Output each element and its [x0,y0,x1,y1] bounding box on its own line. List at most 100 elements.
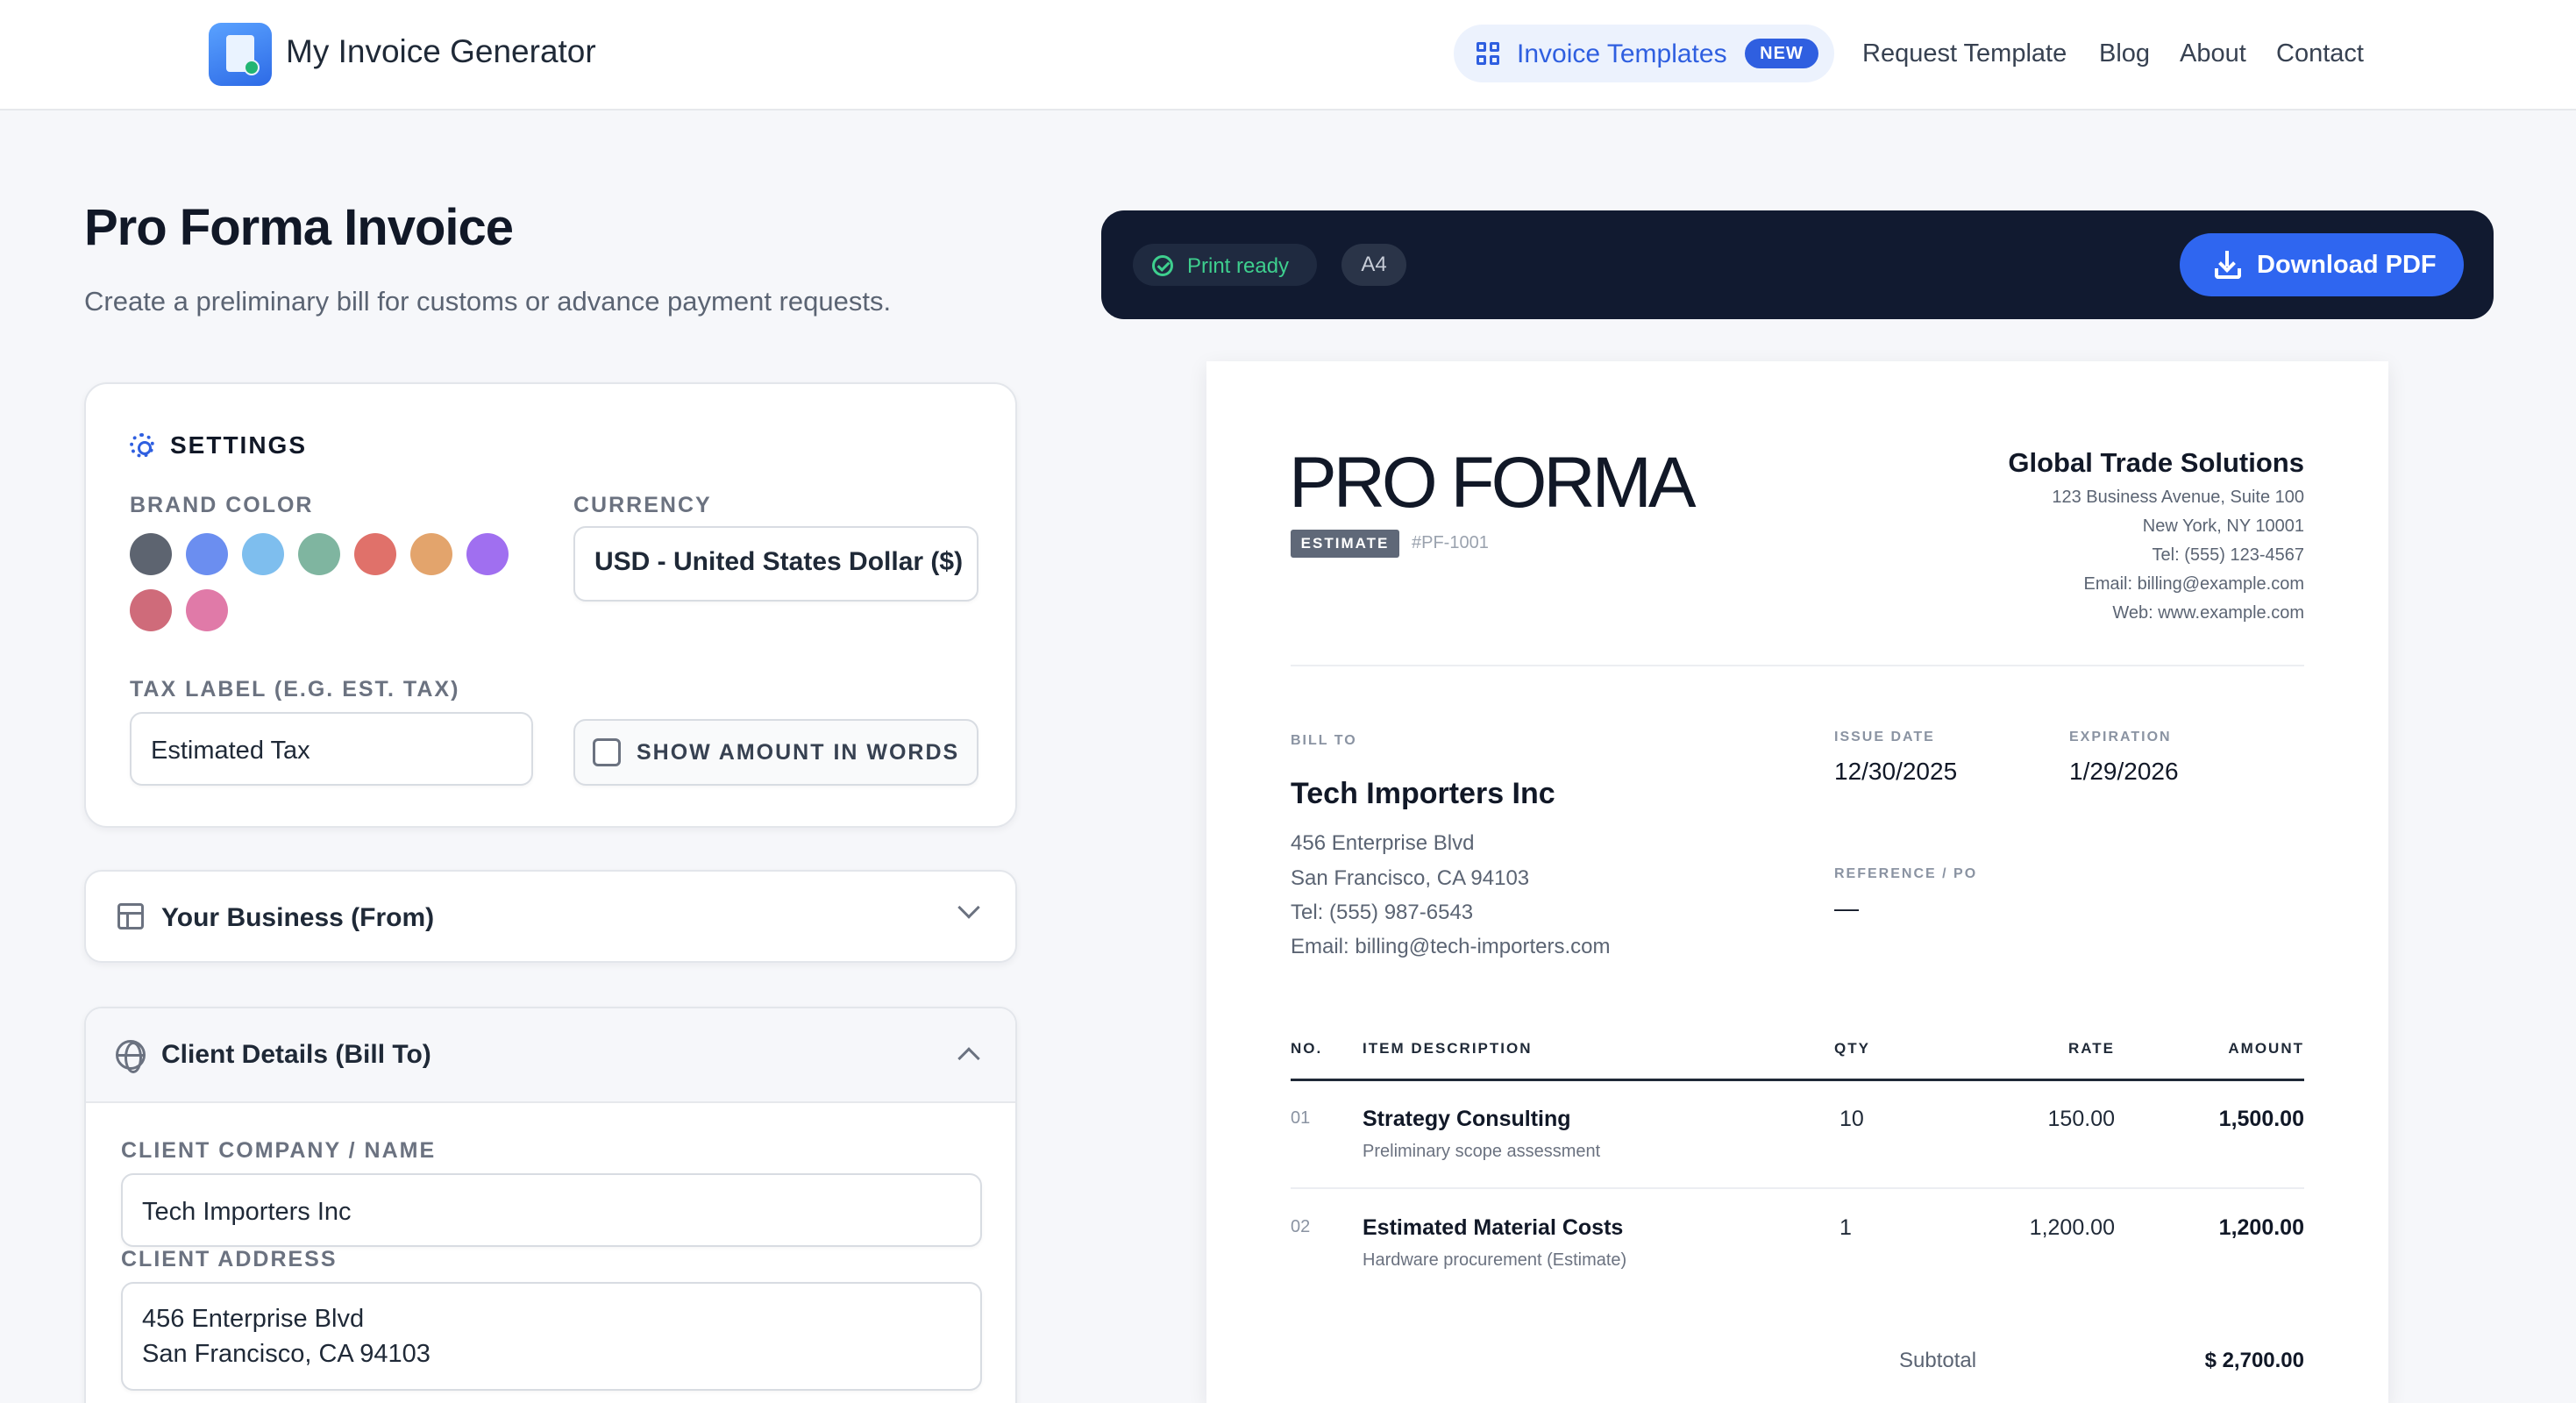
invoice-templates-label: Invoice Templates [1517,39,1727,68]
row-amount: 1,200.00 [2218,1215,2304,1240]
brand-name[interactable]: My Invoice Generator [286,33,596,70]
color-swatch[interactable] [130,589,172,631]
expiration-date: 1/29/2026 [2069,758,2179,785]
reference-label: REFERENCE / PO [1834,866,1978,881]
client-address-label: CLIENT ADDRESS [121,1247,338,1271]
nav-link-request-template[interactable]: Request Template [1862,39,2067,68]
col-qty: QTY [1834,1040,1870,1057]
client-section: Client Details (Bill To) CLIENT COMPANY … [84,1007,1017,1403]
client-address-line1-preview: 456 Enterprise Blvd [1291,831,1475,855]
row-amount: 1,500.00 [2218,1107,2304,1131]
row-divider [1291,1187,2304,1189]
from-address-line2: New York, NY 10001 [2142,516,2304,536]
top-nav: My Invoice Generator Invoice Templates N… [0,0,2576,110]
tax-label-input[interactable]: Estimated Tax [130,712,533,786]
color-swatch[interactable] [242,533,284,575]
download-icon [2215,251,2241,279]
col-description: ITEM DESCRIPTION [1363,1040,1533,1057]
row-no: 02 [1291,1217,1311,1236]
show-amount-in-words-checkbox[interactable] [593,738,621,766]
currency-select[interactable]: USD - United States Dollar ($) [573,526,978,602]
grid-icon [1477,42,1499,65]
client-section-header[interactable]: Client Details (Bill To) [86,1008,1015,1103]
print-ready-badge: Print ready [1133,244,1317,286]
chevron-up-icon[interactable] [957,1047,980,1070]
show-amount-in-words-toggle[interactable]: SHOW AMOUNT IN WORDS [573,719,978,786]
client-name-input[interactable]: Tech Importers Inc [121,1173,982,1247]
show-amount-in-words-label: SHOW AMOUNT IN WORDS [637,740,960,765]
color-swatch[interactable] [186,589,228,631]
layout-icon [117,903,144,929]
nav-link-about[interactable]: About [2180,39,2246,68]
tax-label-label: TAX LABEL (E.G. EST. TAX) [130,677,460,702]
row-rate: 150.00 [2047,1107,2115,1131]
client-name-label: CLIENT COMPANY / NAME [121,1138,437,1163]
table-header-rule [1291,1079,2304,1081]
color-swatch[interactable] [466,533,509,575]
client-address-line2-preview: San Francisco, CA 94103 [1291,866,1530,890]
client-tel: Tel: (555) 987-6543 [1291,901,1474,924]
subtotal-value: $ 2,700.00 [2204,1349,2304,1372]
settings-card: SETTINGS BRAND COLOR CURRENCY USD - Unit… [84,382,1017,828]
invoice-heading: PRO FORMA [1289,443,1697,523]
download-pdf-button[interactable]: Download PDF [2180,233,2464,296]
print-ready-label: Print ready [1187,254,1290,278]
currency-label: CURRENCY [573,493,712,517]
business-section-header[interactable]: Your Business (From) [84,870,1017,963]
col-no: NO. [1291,1040,1323,1057]
row-rate: 1,200.00 [2029,1215,2115,1240]
client-email: Email: billing@tech-importers.com [1291,935,1611,958]
col-amount: AMOUNT [2228,1040,2304,1057]
from-web: Web: www.example.com [2112,603,2304,623]
row-no: 01 [1291,1108,1311,1128]
color-swatch[interactable] [354,533,396,575]
header-divider [1291,665,2304,666]
row-item-desc: Hardware procurement (Estimate) [1363,1250,1627,1270]
chevron-down-icon[interactable] [957,896,980,919]
from-tel: Tel: (555) 123-4567 [2152,545,2304,565]
bill-to-label: BILL TO [1291,733,1357,748]
business-section-title: Your Business (From) [161,903,435,932]
currency-value: USD - United States Dollar ($) [594,547,964,576]
globe-icon [116,1040,146,1073]
invoice-number: #PF-1001 [1412,533,1489,552]
page-subtitle: Create a preliminary bill for customs or… [84,286,892,317]
row-qty: 1 [1839,1215,1852,1240]
invoice-preview: PRO FORMA ESTIMATE #PF-1001 Global Trade… [1206,361,2388,1403]
client-address-line1: 456 Enterprise Blvd [142,1305,365,1333]
color-swatch[interactable] [298,533,340,575]
color-swatch[interactable] [130,533,172,575]
new-badge: NEW [1745,39,1818,68]
paper-size-badge: A4 [1341,244,1406,286]
nav-link-contact[interactable]: Contact [2276,39,2364,68]
page-title: Pro Forma Invoice [84,199,514,256]
check-circle-icon [1152,255,1173,276]
client-company: Tech Importers Inc [1291,777,1555,810]
row-item-desc: Preliminary scope assessment [1363,1142,1601,1161]
client-name-value: Tech Importers Inc [142,1198,352,1226]
gear-icon [130,433,154,458]
reference-value: — [1834,894,1859,922]
client-address-line2: San Francisco, CA 94103 [142,1340,431,1368]
col-rate: RATE [2067,1040,2115,1057]
row-item-name: Estimated Material Costs [1363,1215,1624,1240]
color-swatch[interactable] [410,533,452,575]
row-qty: 10 [1839,1107,1864,1131]
settings-title: SETTINGS [170,431,308,459]
app-logo-icon[interactable] [209,23,272,86]
tax-label-value: Estimated Tax [151,737,310,765]
nav-link-blog[interactable]: Blog [2099,39,2150,68]
client-address-textarea[interactable]: 456 Enterprise Blvd San Francisco, CA 94… [121,1282,982,1391]
issue-date-label: ISSUE DATE [1834,730,1935,744]
estimate-badge: ESTIMATE [1291,530,1399,558]
download-pdf-label: Download PDF [2257,251,2437,279]
color-swatch[interactable] [186,533,228,575]
client-section-title: Client Details (Bill To) [161,1040,431,1069]
preview-toolbar: Print ready A4 Download PDF [1101,210,2494,319]
issue-date: 12/30/2025 [1834,758,1958,785]
invoice-templates-link[interactable]: Invoice Templates NEW [1454,25,1834,82]
from-email: Email: billing@example.com [2083,574,2304,594]
brand-color-label: BRAND COLOR [130,493,314,517]
from-address-line1: 123 Business Avenue, Suite 100 [2052,488,2304,507]
subtotal-label: Subtotal [1899,1349,1977,1372]
